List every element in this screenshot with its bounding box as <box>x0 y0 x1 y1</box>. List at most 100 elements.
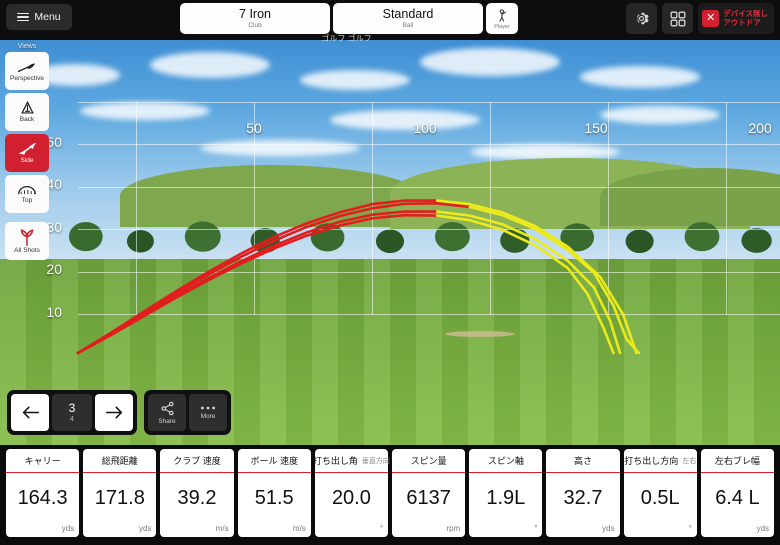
stat-unit: ° <box>534 524 538 533</box>
all-shots-icon <box>20 228 34 246</box>
stat-title: 左右ブレ幅 <box>714 456 760 466</box>
stat-title: 総飛距離 <box>101 456 138 466</box>
stat-value: 171.8 <box>94 487 145 509</box>
stat-title: キャリー <box>24 456 61 466</box>
stat-unit: ° <box>688 524 692 533</box>
cloud <box>80 102 210 120</box>
stat-value: 6137 <box>406 487 451 509</box>
stat-value: 1.9L <box>486 487 526 509</box>
club-value: 7 Iron <box>239 6 271 21</box>
ball-flight-scene[interactable]: 50 40 30 20 10 50 100 150 200 <box>0 40 780 445</box>
stat-value: 51.5 <box>254 487 294 509</box>
shot-nav-group: 3 4 <box>7 390 137 435</box>
cloud <box>420 48 560 76</box>
treeline <box>0 182 780 260</box>
previous-shot-button[interactable] <box>11 394 49 431</box>
stat-tile[interactable]: 左右ブレ幅 6.4 L yds <box>700 449 775 537</box>
bunker <box>445 331 515 337</box>
player-selector[interactable]: Player <box>486 3 518 34</box>
shot-navigation-bar: 3 4 Share More <box>7 390 231 435</box>
stat-header: 高さ <box>546 449 620 473</box>
share-icon <box>160 401 174 415</box>
shot-total: 4 <box>70 416 74 423</box>
hamburger-icon <box>17 12 30 22</box>
perspective-view-icon <box>17 62 35 72</box>
stat-title: スピン軸 <box>487 456 524 466</box>
club-label: Club <box>248 22 262 30</box>
views-header: Views <box>17 43 37 50</box>
top-view-icon <box>18 186 36 195</box>
ball-selector[interactable]: Standard Ball <box>333 3 483 34</box>
ellipsis-icon <box>201 406 215 410</box>
stat-unit: yds <box>138 524 152 533</box>
stat-header: 打ち出し角 垂直方向 <box>313 449 390 473</box>
ball-label: Ball <box>402 22 414 30</box>
view-label-side: Side <box>20 157 34 164</box>
stat-tile[interactable]: スピン量 6137 rpm <box>392 449 466 537</box>
stat-unit: m/s <box>292 524 306 533</box>
stat-tile[interactable]: 総飛距離 171.8 yds <box>83 449 157 537</box>
ball-value: Standard <box>382 6 434 21</box>
settings-button[interactable] <box>626 3 658 34</box>
stat-header: ボール 速度 <box>237 449 311 473</box>
next-shot-button[interactable] <box>95 394 133 431</box>
stat-title: 打ち出し方向 <box>624 456 679 466</box>
stat-tile[interactable]: スピン軸 1.9L ° <box>469 449 543 537</box>
side-view-icon <box>18 142 36 155</box>
cloud <box>330 110 480 130</box>
stat-header: 左右ブレ幅 <box>700 449 775 473</box>
device-status-line2: アウトドア <box>723 17 761 27</box>
grid-apps-icon <box>670 11 686 26</box>
share-label: Share <box>158 417 176 425</box>
cloud <box>600 106 720 124</box>
golf-simulator-app: 50 40 30 20 10 50 100 150 200 Menu 7 Iro… <box>0 0 780 545</box>
share-button[interactable]: Share <box>148 394 186 431</box>
stat-subtitle: 垂直方向 <box>361 457 390 465</box>
stat-value: 0.5L <box>640 487 680 509</box>
arrow-left-icon <box>22 406 39 419</box>
menu-button-label: Menu <box>34 11 61 23</box>
view-label-all-shots: All Shots <box>14 246 40 254</box>
stat-subtitle: 左右 <box>682 457 697 465</box>
stat-tile[interactable]: 打ち出し方向 左右 0.5L ° <box>623 449 697 537</box>
menu-button[interactable]: Menu <box>6 4 72 30</box>
gear-icon <box>637 12 649 25</box>
top-right-controls: ✕ デバイス無し アウトドア <box>626 3 774 34</box>
stat-unit: yds <box>756 524 770 533</box>
stat-tile[interactable]: 打ち出し角 垂直方向 20.0 ° <box>313 449 390 537</box>
stat-value: 32.7 <box>563 487 603 509</box>
stat-tile[interactable]: ボール 速度 51.5 m/s <box>237 449 311 537</box>
device-status-badge[interactable]: ✕ デバイス無し アウトドア <box>698 3 774 34</box>
view-button-all-shots[interactable]: All Shots <box>5 222 49 260</box>
back-view-icon <box>20 101 34 114</box>
player-icon <box>499 8 506 22</box>
shot-counter[interactable]: 3 4 <box>52 394 92 431</box>
cloud <box>150 52 270 78</box>
stat-value: 6.4 L <box>715 487 760 509</box>
more-button[interactable]: More <box>189 394 227 431</box>
stat-title: 高さ <box>574 456 593 466</box>
shot-stats-bar: キャリー 164.3 yds 総飛距離 171.8 yds クラブ 速度 39.2 m/s ボール… <box>0 449 780 537</box>
stat-header: 総飛距離 <box>83 449 157 473</box>
club-selector[interactable]: 7 Iron Club <box>180 3 330 34</box>
stat-tile[interactable]: クラブ 速度 39.2 m/s <box>160 449 234 537</box>
stat-unit: yds <box>602 524 615 533</box>
view-button-perspective[interactable]: Perspective <box>5 52 49 90</box>
view-label-perspective: Perspective <box>10 74 44 82</box>
stat-title: クラブ 速度 <box>173 456 221 466</box>
top-toolbar: Menu 7 Iron Club Standard Ball Player ゴル… <box>0 0 780 43</box>
stat-unit: ° <box>379 524 384 533</box>
view-button-top[interactable]: Top <box>5 175 49 213</box>
view-button-back[interactable]: Back <box>5 93 49 131</box>
view-button-side[interactable]: Side <box>5 134 49 172</box>
stat-tile[interactable]: 高さ 32.7 yds <box>546 449 620 537</box>
stat-tile[interactable]: キャリー 164.3 yds <box>6 449 80 537</box>
arrow-right-icon <box>105 406 122 419</box>
stat-value: 39.2 <box>177 487 217 509</box>
shot-actions-group: Share More <box>144 390 231 435</box>
course-name: ゴルフ ゴルフ <box>321 34 372 43</box>
more-label: More <box>200 413 216 420</box>
apps-grid-button[interactable] <box>662 3 694 34</box>
views-rail: Views Perspective Back Side Top All Shot… <box>5 41 49 263</box>
club-ball-selectors: 7 Iron Club Standard Ball Player <box>180 3 518 34</box>
